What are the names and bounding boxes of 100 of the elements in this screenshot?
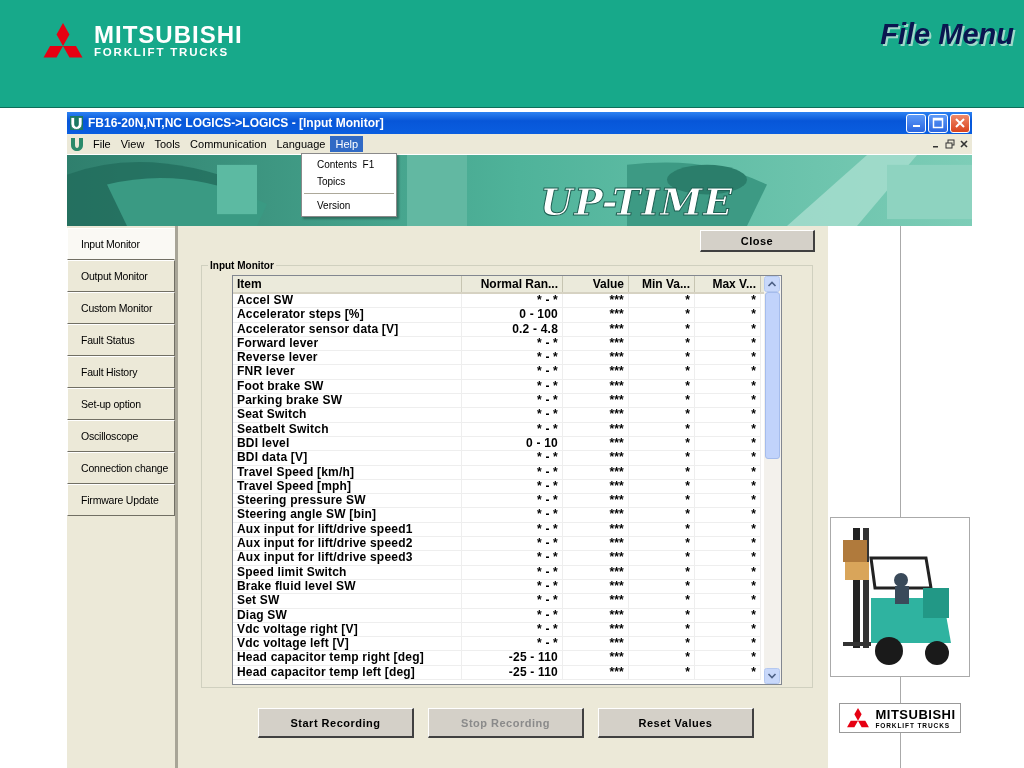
table-cell: * [629, 394, 695, 409]
close-icon[interactable] [959, 139, 969, 149]
table-cell: * [629, 336, 695, 352]
action-button[interactable]: Start Recording [258, 708, 414, 738]
table-cell: Accel SW [233, 294, 462, 309]
table-cell: * - * [462, 394, 563, 409]
action-button[interactable]: Reset Values [598, 708, 754, 738]
table-cell: * [695, 479, 761, 495]
table-cell: * [695, 451, 761, 466]
column-header[interactable]: Value [563, 276, 629, 292]
table-cell: * [629, 351, 695, 366]
sidebar-tab[interactable]: Oscilloscope [67, 420, 175, 452]
table-cell: * - * [462, 294, 563, 309]
table-cell: * [695, 465, 761, 480]
table-cell: * [695, 522, 761, 538]
scrollbar[interactable] [764, 276, 781, 684]
table-cell: *** [563, 565, 629, 580]
maximize-button[interactable] [928, 113, 948, 133]
sidebar-tab[interactable]: Fault Status [67, 324, 175, 356]
minimize-icon [912, 124, 920, 128]
menu-item[interactable]: Contents F1 [302, 156, 396, 173]
table-cell: * [695, 508, 761, 523]
table-cell: * [695, 665, 761, 680]
table-cell: -25 - 110 [462, 665, 563, 680]
table-cell: 0 - 10 [462, 436, 563, 452]
restore-icon[interactable] [945, 139, 955, 149]
window-title: FB16-20N,NT,NC LOGICS->LOGICS - [Input Monitor] [88, 116, 385, 130]
table-cell: Seatbelt Switch [233, 422, 462, 437]
table-cell: * [695, 379, 761, 395]
table-cell: * [629, 579, 695, 595]
table-cell: * [695, 365, 761, 380]
table-cell: Travel Speed [km/h] [233, 465, 462, 480]
column-header[interactable]: Item [233, 276, 462, 292]
sidebar-tab[interactable]: Input Monitor [67, 228, 175, 260]
table-cell: *** [563, 351, 629, 366]
table-cell: *** [563, 594, 629, 609]
menu-item[interactable]: Topics [302, 173, 396, 190]
table-cell: * [629, 308, 695, 323]
sidebar-tab[interactable]: Connection change [67, 452, 175, 484]
table-cell: * - * [462, 551, 563, 566]
table-cell: *** [563, 494, 629, 509]
table-cell: * [695, 351, 761, 366]
sidebar-tab[interactable]: Custom Monitor [67, 292, 175, 324]
table-cell: Foot brake SW [233, 379, 462, 395]
table-cell: *** [563, 336, 629, 352]
table-cell: * [629, 451, 695, 466]
table-cell: * - * [462, 379, 563, 395]
sidebar-tab[interactable]: Firmware Update [67, 484, 175, 516]
table-cell: * - * [462, 408, 563, 423]
table-cell: FNR lever [233, 365, 462, 380]
close-panel-button[interactable]: Close [700, 230, 815, 252]
scroll-down-icon[interactable] [764, 668, 780, 684]
table-cell: * [695, 622, 761, 638]
table-cell: * [695, 494, 761, 509]
table-cell: * - * [462, 537, 563, 552]
menu-item[interactable]: Help [330, 136, 364, 152]
table-cell: *** [563, 422, 629, 437]
menu-item[interactable]: Language [271, 136, 331, 152]
column-header[interactable]: Normal Ran... [462, 276, 563, 292]
table-cell: *** [563, 308, 629, 323]
table-cell: * [629, 522, 695, 538]
table-cell: * [629, 379, 695, 395]
app-icon [70, 116, 83, 130]
menu-item[interactable]: View [115, 136, 150, 152]
table-cell: *** [563, 294, 629, 309]
table-cell: * [695, 294, 761, 309]
menu-item[interactable]: Communication [185, 136, 272, 152]
table-cell: *** [563, 479, 629, 495]
table-cell: *** [563, 665, 629, 680]
table-cell: -25 - 110 [462, 651, 563, 666]
menu-item[interactable]: Tools [149, 136, 186, 152]
table-cell: * - * [462, 565, 563, 580]
column-header[interactable]: Min Va... [629, 276, 695, 292]
close-button[interactable] [950, 113, 970, 133]
table-cell: * [629, 622, 695, 638]
table-cell: *** [563, 508, 629, 523]
table-cell: * - * [462, 336, 563, 352]
sidebar-tab[interactable]: Fault History [67, 356, 175, 388]
table-cell: * [629, 537, 695, 552]
table-cell: * [695, 637, 761, 652]
table-cell: BDI level [233, 436, 462, 452]
column-header[interactable]: Max V... [695, 276, 761, 292]
table-cell: * - * [462, 622, 563, 638]
table-cell: * [629, 322, 695, 337]
table-cell: * [695, 579, 761, 595]
app-icon [70, 137, 84, 151]
table-cell: * [629, 551, 695, 566]
table-cell: * [629, 665, 695, 680]
table-cell: BDI data [V] [233, 451, 462, 466]
table-cell: *** [563, 379, 629, 395]
table-cell: * [695, 394, 761, 409]
sidebar-tab[interactable]: Set-up option [67, 388, 175, 420]
scroll-up-icon[interactable] [764, 276, 780, 292]
minimize-button[interactable] [906, 113, 926, 133]
scroll-thumb[interactable] [765, 292, 780, 459]
table-cell: * [695, 422, 761, 437]
menu-item[interactable]: File [88, 136, 116, 152]
table-cell: Accelerator steps [%] [233, 308, 462, 323]
menu-item[interactable]: Version [302, 197, 396, 214]
sidebar-tab[interactable]: Output Monitor [67, 260, 175, 292]
